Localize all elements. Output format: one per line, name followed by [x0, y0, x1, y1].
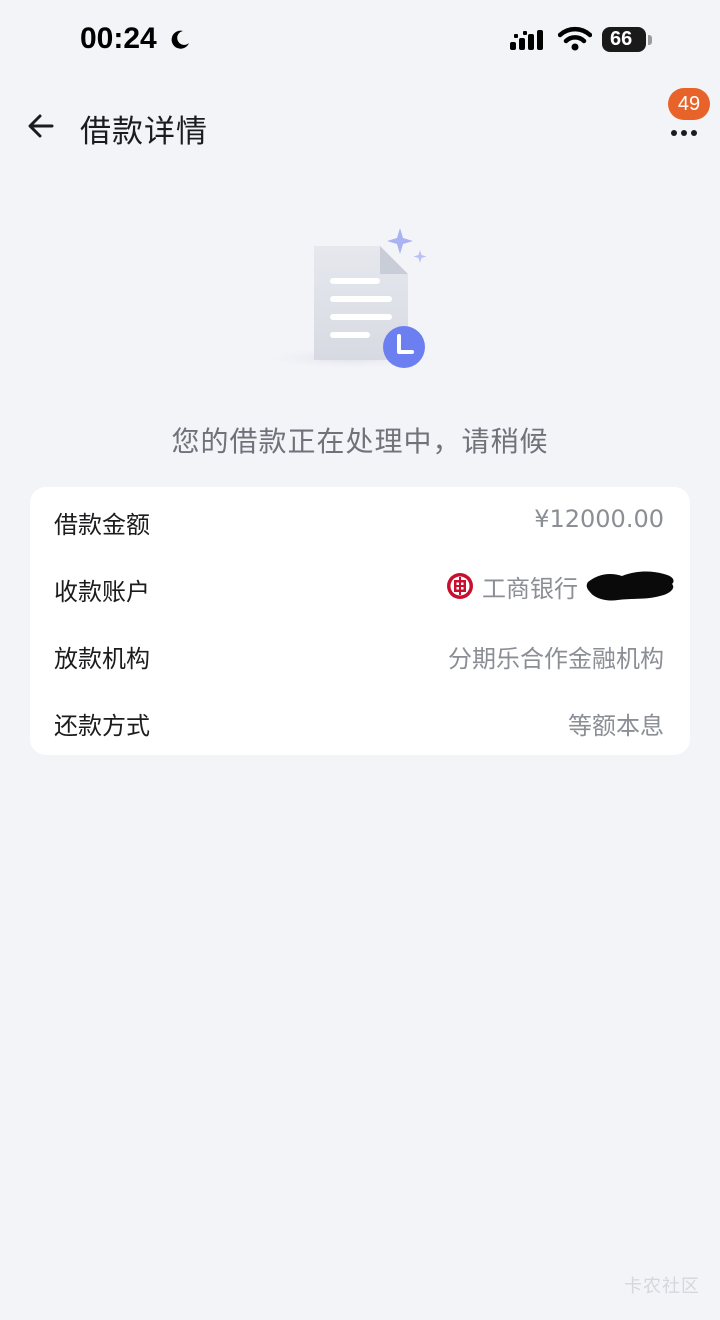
- redacted-account-number: [586, 571, 674, 601]
- processing-message: 您的借款正在处理中，请稍候: [171, 425, 549, 458]
- bank-name: 工商银行: [482, 574, 578, 603]
- detail-row-amount: 借款金额 ¥12000.00: [30, 487, 690, 554]
- detail-label-lender: 放款机构: [54, 645, 150, 673]
- battery-tip: [648, 35, 652, 45]
- notification-badge: 49: [668, 88, 710, 120]
- status-time: 00:24: [80, 22, 157, 55]
- detail-row-lender: 放款机构 分期乐合作金融机构: [30, 621, 690, 688]
- loan-details-card: 借款金额 ¥12000.00 收款账户 工商银行 放款机构 分期乐合作金融机构 …: [30, 487, 690, 755]
- document-pending-icon: [255, 228, 445, 370]
- moon-icon: [171, 30, 189, 49]
- page-title: 借款详情: [80, 114, 208, 150]
- detail-row-repayment: 还款方式 等额本息: [30, 688, 690, 755]
- receiving-account: 工商银行: [446, 568, 678, 604]
- back-arrow-icon[interactable]: [22, 106, 62, 146]
- detail-label-repayment: 还款方式: [54, 712, 150, 740]
- watermark: 卡农社区: [624, 1276, 700, 1297]
- detail-value-amount: ¥12000.00: [534, 505, 664, 533]
- battery-indicator: 66: [602, 27, 646, 52]
- icbc-logo-icon: [447, 573, 473, 599]
- detail-label-amount: 借款金额: [54, 511, 150, 539]
- header: 借款详情: [0, 90, 720, 170]
- signal-icon: [510, 30, 543, 50]
- detail-row-account[interactable]: 收款账户 工商银行: [30, 554, 690, 621]
- status-bar: 00:24 66: [0, 0, 720, 80]
- detail-value-repayment: 等额本息: [568, 712, 664, 740]
- detail-label-account: 收款账户: [54, 578, 150, 606]
- wifi-icon: [558, 26, 592, 51]
- detail-value-lender: 分期乐合作金融机构: [448, 645, 664, 673]
